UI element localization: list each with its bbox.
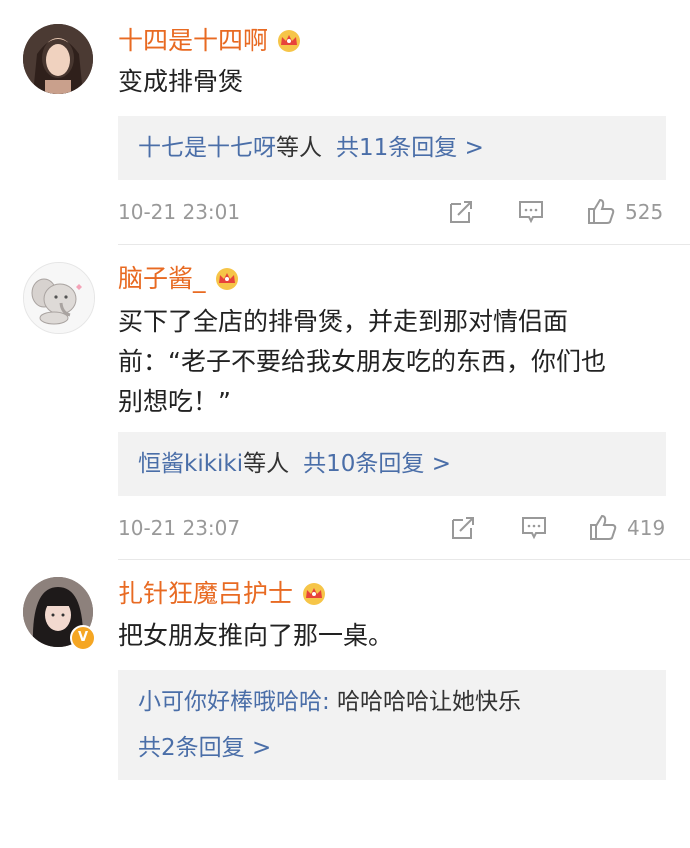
like-icon[interactable]: [587, 197, 615, 225]
avatar[interactable]: [23, 262, 95, 334]
reply-author[interactable]: 小可你好棒哦哈哈:: [138, 689, 330, 715]
reply-summary-box[interactable]: 恒酱kikiki等人 共10条回复 >: [118, 432, 666, 496]
username[interactable]: 脑子酱_: [118, 262, 206, 296]
verified-badge-icon: V: [70, 625, 96, 651]
reply-preview-box[interactable]: 小可你好棒哦哈哈: 哈哈哈哈让她快乐 共2条回复 >: [118, 670, 666, 780]
avatar-cartoon-elephant-icon: [24, 263, 94, 333]
share-icon[interactable]: [448, 199, 474, 225]
share-icon[interactable]: [450, 515, 476, 541]
username-row: 脑子酱_: [118, 262, 242, 296]
comment-text: 买下了全店的排骨煲，并走到那对情侣面 前：“老子不要给我女朋友吃的东西，你们也 …: [118, 307, 606, 416]
username[interactable]: 十四是十四啊: [118, 24, 268, 58]
reply-names[interactable]: 十七是十七呀: [138, 135, 276, 161]
divider: [118, 559, 690, 560]
comment-icon[interactable]: [521, 515, 547, 541]
reply-count-line[interactable]: 共2条回复 >: [138, 732, 271, 764]
divider: [118, 244, 690, 245]
username-row: 扎针狂魔吕护士: [118, 577, 329, 611]
comment-time: 10-21 23:01: [118, 200, 241, 224]
reply-suffix: 等人: [276, 135, 322, 161]
reply-names[interactable]: 恒酱kikiki: [138, 451, 243, 477]
crown-icon: [278, 30, 301, 52]
comment-text: 变成排骨煲: [118, 67, 244, 96]
crown-icon: [303, 583, 326, 605]
reply-summary-line[interactable]: 十七是十七呀等人 共11条回复 >: [138, 132, 484, 164]
reply-suffix: 等人: [243, 451, 290, 477]
reply-preview-line[interactable]: 小可你好棒哦哈哈: 哈哈哈哈让她快乐: [138, 686, 521, 718]
reply-count-link[interactable]: 共2条回复 >: [138, 735, 271, 761]
like-icon[interactable]: [589, 513, 617, 541]
avatar-photo-woman-icon: [23, 24, 93, 94]
like-count: 419: [627, 516, 666, 540]
comment-icon[interactable]: [518, 199, 544, 225]
reply-count-link[interactable]: 共11条回复 >: [336, 135, 484, 161]
username[interactable]: 扎针狂魔吕护士: [118, 577, 293, 611]
reply-count-link[interactable]: 共10条回复 >: [303, 451, 451, 477]
crown-icon: [215, 268, 238, 290]
reply-content: 哈哈哈哈让她快乐: [329, 689, 522, 715]
reply-summary-line[interactable]: 恒酱kikiki等人 共10条回复 >: [138, 448, 451, 480]
avatar[interactable]: [23, 24, 93, 94]
like-count: 525: [625, 200, 664, 224]
comment-text: 把女朋友推向了那一桌。: [118, 621, 394, 650]
reply-summary-box[interactable]: 十七是十七呀等人 共11条回复 >: [118, 116, 666, 180]
username-row: 十四是十四啊: [118, 24, 304, 58]
comment-time: 10-21 23:07: [118, 516, 241, 540]
